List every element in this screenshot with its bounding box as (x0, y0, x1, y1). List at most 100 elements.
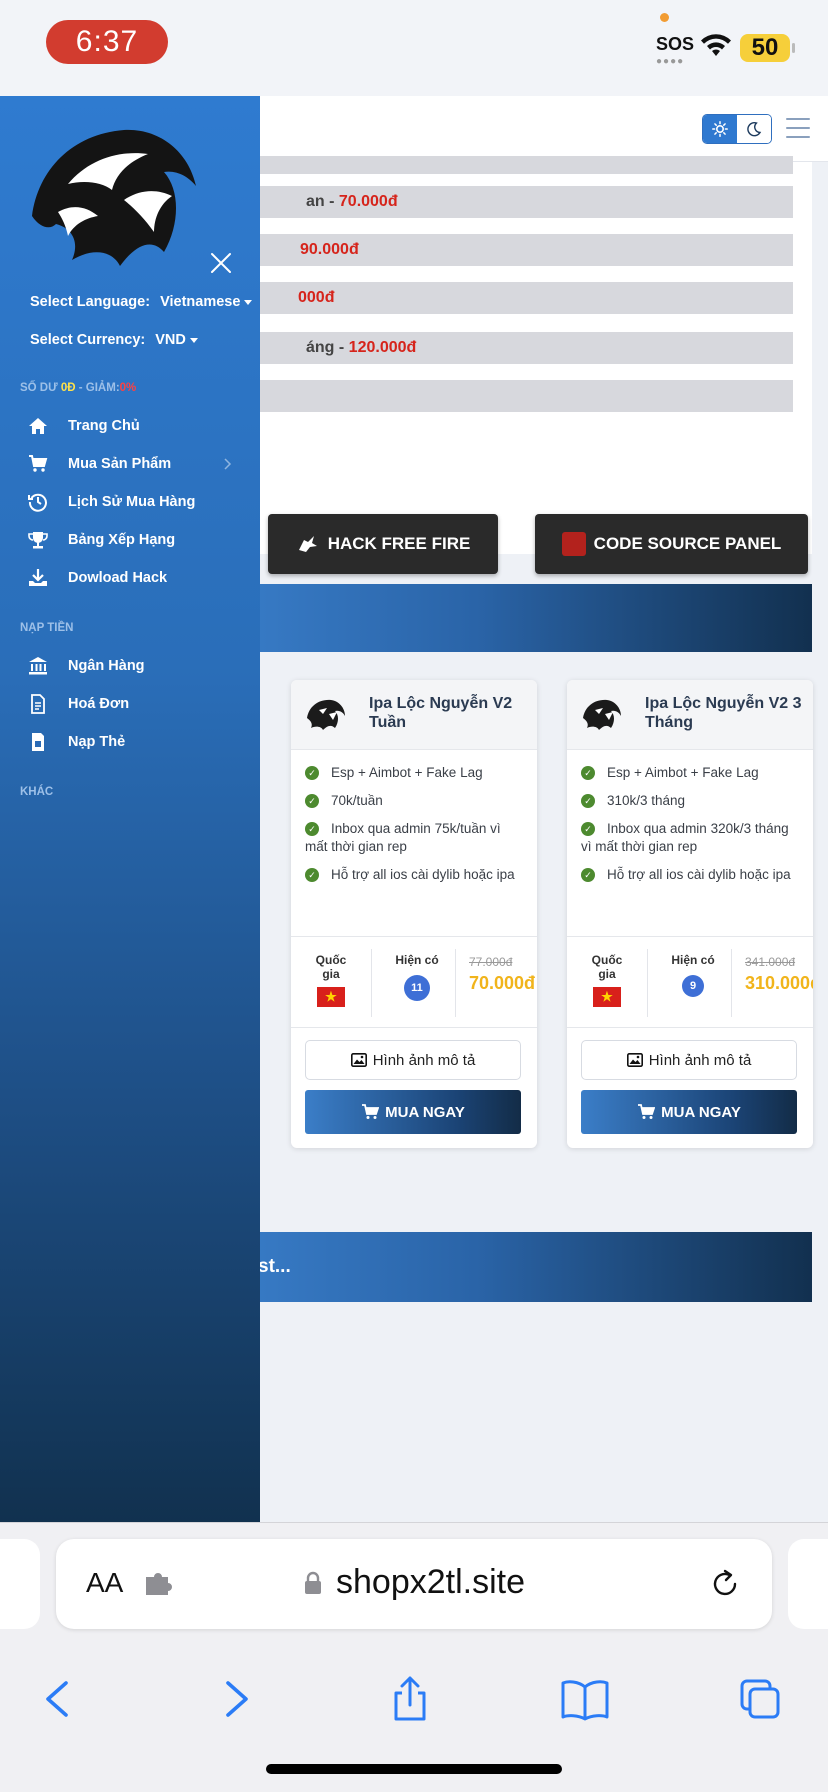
extension-icon[interactable] (144, 1571, 174, 1597)
menu-item-home[interactable]: Trang Chủ (28, 412, 238, 440)
feature-list: ✓ Esp + Aimbot + Fake Lag ✓ 310k/3 tháng ✓… (567, 750, 813, 936)
close-icon[interactable] (210, 252, 232, 274)
reader-settings-button[interactable]: AA (86, 1567, 123, 1599)
check-icon: ✓ (305, 822, 319, 836)
hack-free-fire-button[interactable]: HACK FREE FIRE (268, 514, 498, 574)
history-icon (28, 493, 47, 512)
check-icon: ✓ (305, 794, 319, 808)
feature-item: ✓ Esp + Aimbot + Fake Lag (581, 764, 801, 782)
price-row (250, 380, 793, 412)
cart-icon (638, 1104, 656, 1119)
product-stats: Quốc gia Hiện có 9 341.000đ 310.000đ (567, 936, 813, 1028)
buy-now-button[interactable]: MUA NGAY (305, 1090, 521, 1134)
description-images-button[interactable]: Hình ảnh mô tả (305, 1040, 521, 1080)
cart-icon (362, 1104, 380, 1119)
address-bar[interactable]: AA shopx2tl.site (56, 1539, 772, 1629)
cart-icon (29, 455, 48, 472)
code-source-panel-button[interactable]: CODE SOURCE PANEL (535, 514, 808, 574)
menu-item-purchase-history[interactable]: Lịch Sử Mua Hàng (28, 488, 238, 516)
wifi-icon (701, 34, 731, 56)
section-banner (200, 584, 812, 652)
home-icon (29, 418, 47, 434)
url-text: shopx2tl.site (336, 1563, 525, 1601)
wolf-logo-icon (583, 699, 621, 730)
check-icon: ✓ (581, 794, 595, 808)
section-heading-other: KHÁC (20, 786, 54, 798)
product-title: Ipa Lộc Nguyễn V2 Tuần (369, 695, 513, 731)
menu-item-bank[interactable]: Ngân Hàng (28, 652, 238, 680)
vietnam-flag-icon (593, 987, 621, 1007)
feature-item: ✓ Hỗ trợ all ios cài dylib hoặc ipa (305, 866, 525, 884)
caret-down-icon (189, 337, 198, 343)
product-stats: Quốc gia Hiện có 11 77.000đ 70.000đ (291, 936, 537, 1028)
previous-tab-preview[interactable] (0, 1539, 40, 1629)
forward-icon[interactable] (214, 1675, 258, 1723)
tabs-icon[interactable] (738, 1675, 782, 1723)
feature-item: ✓ Inbox qua admin 320k/3 tháng vì mất thờ… (581, 821, 789, 854)
signal-dots-icon: ●●●● (656, 56, 685, 67)
product-header: Ipa Lộc Nguyễn V2 3 Tháng (567, 680, 813, 750)
invoice-icon (31, 694, 45, 714)
bookmarks-icon[interactable] (560, 1675, 610, 1723)
home-indicator (266, 1764, 562, 1774)
price-row (250, 156, 793, 174)
feature-item: ✓ 70k/tuần (305, 792, 525, 810)
battery-indicator: 50 (740, 34, 790, 62)
check-icon: ✓ (305, 868, 319, 882)
side-drawer: Select Language: Vietnamese Select Curren… (0, 96, 260, 1522)
feature-item: ✓ Esp + Aimbot + Fake Lag (305, 764, 525, 782)
image-icon (626, 1053, 643, 1067)
language-selector[interactable]: Select Language: Vietnamese (30, 294, 253, 310)
download-icon (29, 569, 47, 586)
menu-item-leaderboard[interactable]: Bảng Xếp Hạng (28, 526, 238, 554)
stock-badge: 11 (404, 975, 430, 1001)
moon-icon (747, 121, 762, 137)
battery-tip (792, 43, 795, 53)
banner-title: st... (258, 1256, 291, 1277)
stock-stat: Hiện có 9 (663, 953, 723, 997)
dark-mode-button[interactable] (737, 115, 771, 143)
price-row: 90.000đ (250, 234, 793, 266)
product-title: Ipa Lộc Nguyễn V2 3 Tháng (645, 695, 802, 731)
current-price: 310.000đ (745, 973, 813, 993)
share-icon[interactable] (388, 1675, 432, 1723)
menu-item-invoice[interactable]: Hoá Đơn (28, 690, 238, 718)
description-images-button[interactable]: Hình ảnh mô tả (581, 1040, 797, 1080)
wolf-logo-icon (32, 129, 196, 266)
feature-item: ✓ Hỗ trợ all ios cài dylib hoặc ipa (581, 866, 801, 884)
theme-toggle[interactable] (702, 114, 772, 144)
back-icon[interactable] (36, 1675, 80, 1723)
feature-item: ✓ Inbox qua admin 75k/tuần vì mất thời gi… (305, 821, 501, 854)
check-icon: ✓ (581, 822, 595, 836)
menu-item-buy-products[interactable]: Mua Sản Phẩm (28, 450, 238, 478)
sun-icon (712, 121, 728, 137)
status-bar: 6:37 SOS ●●●● 50 (0, 0, 828, 96)
menu-item-top-up-card[interactable]: Nạp Thẻ (28, 728, 238, 756)
next-tab-preview[interactable] (788, 1539, 828, 1629)
hamburger-menu-icon[interactable] (786, 118, 810, 138)
light-mode-button[interactable] (703, 115, 737, 143)
old-price: 77.000đ (469, 955, 513, 969)
buy-now-button[interactable]: MUA NGAY (581, 1090, 797, 1134)
currency-selector[interactable]: Select Currency: VND (30, 332, 198, 348)
feature-list: ✓ Esp + Aimbot + Fake Lag ✓ 70k/tuần ✓ Inbo… (291, 750, 537, 936)
wolf-logo-icon (307, 699, 345, 730)
current-price: 70.000đ (469, 973, 536, 993)
image-icon (350, 1053, 367, 1067)
feature-item: ✓ 310k/3 tháng (581, 792, 801, 810)
reload-icon[interactable] (708, 1567, 742, 1601)
caret-down-icon (244, 299, 253, 305)
chevron-right-icon (224, 458, 232, 470)
stock-stat: Hiện có 11 (387, 953, 447, 1001)
product-card: Ipa Lộc Nguyễn V2 Tuần ✓ Esp + Aimbot + F… (291, 680, 537, 1148)
panel-logo-icon (561, 532, 586, 556)
check-icon: ✓ (581, 868, 595, 882)
price-row: an - 70.000đ (250, 186, 793, 218)
browser-toolbar: AA shopx2tl.site (0, 1522, 828, 1792)
sim-card-icon (32, 733, 44, 751)
menu-item-download-hack[interactable]: Dowload Hack (28, 564, 238, 592)
lock-icon (305, 1571, 321, 1594)
price-row: 000đ (250, 282, 793, 314)
section-heading-topup: NẠP TIỀN (20, 622, 74, 634)
old-price: 341.000đ (745, 955, 796, 969)
